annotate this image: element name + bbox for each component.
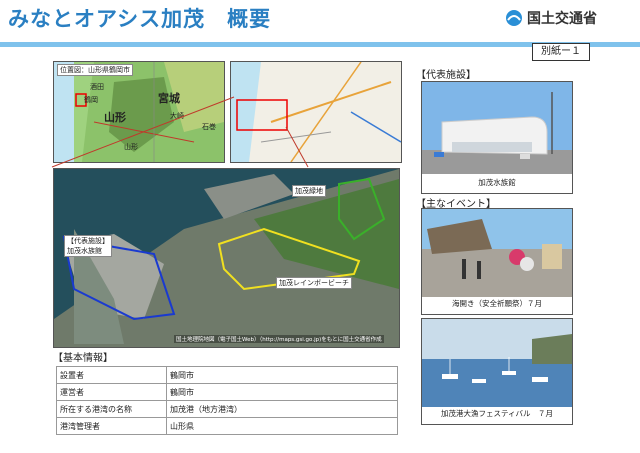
page-title: みなとオアシス加茂 概要 bbox=[8, 7, 272, 31]
ministry-logo: 国土交通省 bbox=[505, 8, 597, 28]
info-value: 加茂港（地方港湾） bbox=[166, 400, 398, 418]
aerial-photo: 【代表施設】 加茂水族館 加茂緑地 加茂レインボービーチ 国土地理院地図（電子国… bbox=[53, 168, 400, 348]
ministry-name: 国土交通省 bbox=[527, 11, 597, 27]
location-map-label: 位置図：山形県鶴岡市 bbox=[57, 64, 133, 76]
aerial-image bbox=[54, 169, 399, 347]
map-credit: 国土地理院地図（電子国土Web）（http://maps.gsi.go.jp)を… bbox=[174, 335, 384, 343]
event-photo-festival: 加茂港大漁フェスティバル ７月 bbox=[421, 318, 573, 425]
aquarium-photo: 加茂水族館 bbox=[421, 81, 573, 194]
info-key: 港湾管理者 bbox=[56, 417, 167, 435]
beach-opening-image bbox=[422, 209, 572, 297]
beach-label: 加茂レインボービーチ bbox=[276, 277, 352, 289]
info-value: 鶴岡市 bbox=[166, 383, 398, 401]
boat-festival-image bbox=[422, 319, 572, 407]
facility-label: 【代表施設】 加茂水族館 bbox=[64, 235, 112, 257]
table-row: 運営者 鶴岡市 bbox=[56, 383, 398, 401]
event-caption: 海開き（安全祈願祭）７月 bbox=[452, 299, 542, 308]
info-value: 山形県 bbox=[166, 417, 398, 435]
place-label: 酒田 bbox=[90, 83, 104, 91]
ministry-emblem-icon bbox=[506, 10, 522, 26]
info-key: 設置者 bbox=[56, 366, 167, 384]
zoom-connector bbox=[51, 96, 309, 168]
annex-label: 別紙ー１ bbox=[532, 43, 590, 61]
basic-info-heading: 【基本情報】 bbox=[53, 353, 113, 364]
rep-facility-heading: 【代表施設】 bbox=[416, 70, 476, 81]
aquarium-caption: 加茂水族館 bbox=[478, 178, 516, 187]
info-value: 鶴岡市 bbox=[166, 366, 398, 384]
event-caption: 加茂港大漁フェスティバル ７月 bbox=[440, 409, 554, 418]
info-key: 運営者 bbox=[56, 383, 167, 401]
table-row: 所在する港湾の名称 加茂港（地方港湾） bbox=[56, 400, 398, 418]
table-row: 設置者 鶴岡市 bbox=[56, 366, 398, 384]
table-row: 港湾管理者 山形県 bbox=[56, 417, 398, 435]
basic-info-table: 設置者 鶴岡市 運営者 鶴岡市 所在する港湾の名称 加茂港（地方港湾） 港湾管理… bbox=[56, 366, 398, 435]
green-area-label: 加茂緑地 bbox=[292, 185, 326, 197]
event-photo-opening: 海開き（安全祈願祭）７月 bbox=[421, 208, 573, 315]
info-key: 所在する港湾の名称 bbox=[56, 400, 167, 418]
aquarium-image bbox=[422, 82, 572, 174]
